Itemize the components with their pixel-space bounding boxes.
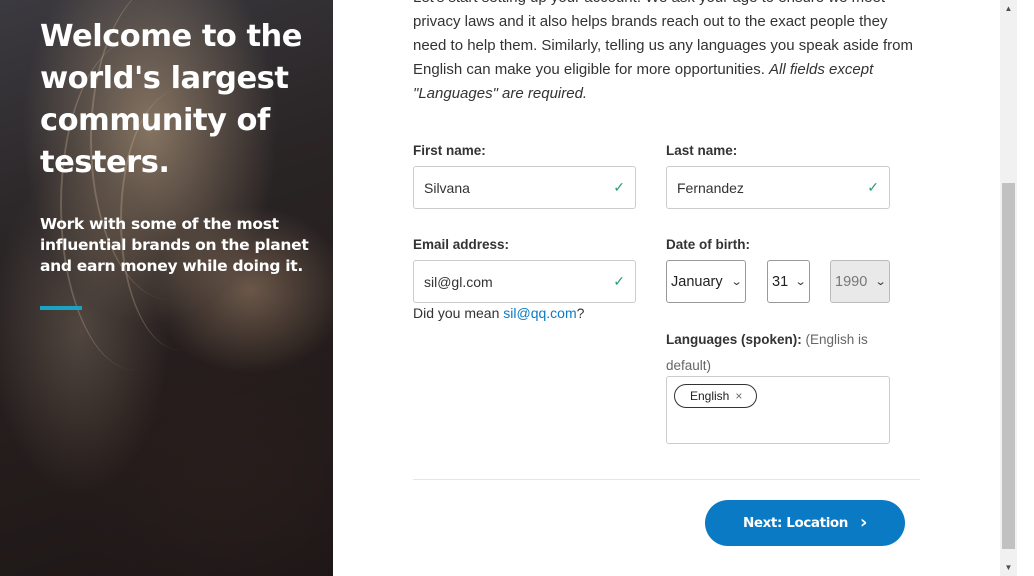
email-suggestion: Did you mean sil@qq.com? [413,305,584,321]
scroll-down-arrow-icon[interactable]: ▼ [1000,559,1017,576]
dob-month-value: January [671,273,723,290]
hero-panel: Welcome to the world's largest community… [0,0,333,576]
hero-title: Welcome to the world's largest community… [40,19,302,180]
email-label: Email address: [413,237,510,252]
checkmark-icon: ✓ [613,273,625,289]
divider [413,479,920,480]
checkmark-icon: ✓ [867,179,879,195]
scrollbar-thumb[interactable] [1002,183,1015,549]
first-name-value: Silvana [424,179,470,196]
hero-accent-bar [40,306,82,310]
email-value: sil@gl.com [424,273,493,290]
language-chip[interactable]: English × [674,384,758,408]
last-name-value: Fernandez [677,179,744,196]
last-name-field[interactable]: Fernandez ✓ [666,166,890,209]
chevron-right-icon: › [860,511,868,533]
chevron-down-icon: ⌄ [730,276,743,288]
next-button-label: Next: Location [742,515,849,531]
signup-form-panel: Let's start setting up your account. We … [333,0,1000,576]
dob-day-select[interactable]: 31 ⌄ [767,260,810,303]
last-name-label: Last name: [666,143,738,158]
email-suggestion-link[interactable]: sil@qq.com [503,305,576,321]
next-location-button[interactable]: Next: Location › [705,500,905,546]
email-field[interactable]: sil@gl.com ✓ [413,260,636,303]
hero-subtitle: Work with some of the most influential b… [40,215,309,275]
chevron-down-icon: ⌄ [794,276,807,288]
dob-year-value: 1990 [835,273,868,290]
dob-year-select[interactable]: 1990 ⌄ [830,260,890,303]
chevron-down-icon: ⌄ [874,276,887,288]
languages-label-text: Languages (spoken): [666,332,802,347]
checkmark-icon: ✓ [613,179,625,195]
scroll-up-arrow-icon[interactable]: ▲ [1000,0,1017,17]
intro-text: Let's start setting up your account. We … [413,0,923,106]
first-name-label: First name: [413,143,486,158]
dob-month-select[interactable]: January ⌄ [666,260,746,303]
close-icon[interactable]: × [735,389,742,403]
window-edge [1017,0,1034,576]
languages-input[interactable]: English × [666,376,890,444]
languages-label: Languages (spoken): (English is default) [666,327,890,379]
dob-day-value: 31 [772,273,789,290]
first-name-field[interactable]: Silvana ✓ [413,166,636,209]
email-suggestion-suffix: ? [576,305,585,321]
language-chip-label: English [690,389,730,403]
email-suggestion-prefix: Did you mean [413,305,504,321]
dob-label: Date of birth: [666,237,750,252]
vertical-scrollbar[interactable]: ▲ ▼ [1000,0,1017,576]
